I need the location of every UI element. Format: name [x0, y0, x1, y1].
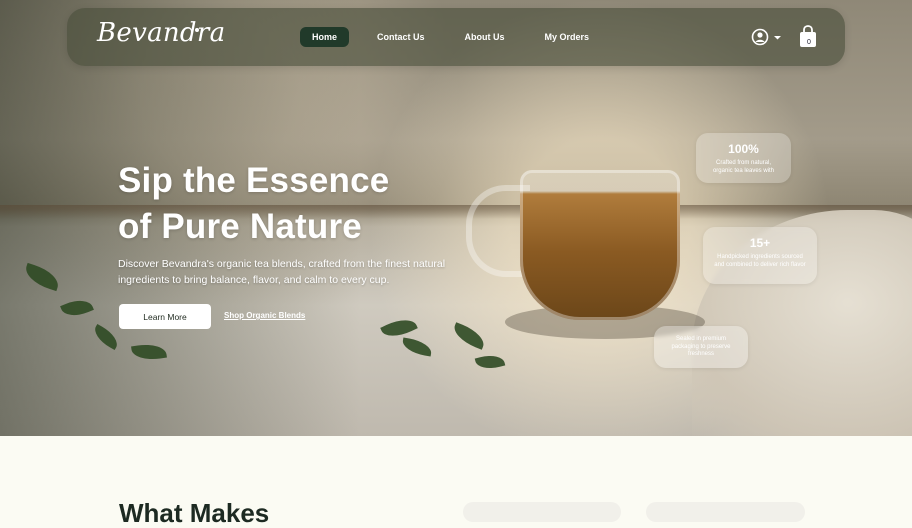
- nav-item-about-us[interactable]: About Us: [453, 27, 517, 47]
- nav-links: Home Contact Us About Us My Orders: [300, 27, 617, 47]
- nav-item-my-orders[interactable]: My Orders: [533, 27, 602, 47]
- stat-text: Sealed in premium packaging to preserve …: [671, 336, 731, 357]
- tea-cup-image: [520, 170, 680, 320]
- top-navigation: Bevandra Home Contact Us About Us My Ord…: [67, 8, 845, 66]
- section-title: What Makes: [119, 498, 270, 528]
- stat-card-packaging: Sealed in premium packaging to preserve …: [654, 326, 748, 368]
- leaf-decoration: [380, 313, 418, 343]
- feature-card: [463, 502, 621, 522]
- stat-text: Handpicked ingredients sourced and combi…: [714, 254, 806, 268]
- hero-title-line1: Sip the Essence: [118, 161, 390, 200]
- hero-title: Sip the Essence of Pure Nature: [118, 158, 478, 250]
- cart-button[interactable]: 0: [798, 25, 818, 49]
- cart-count: 0: [807, 38, 811, 46]
- leaf-decoration: [450, 322, 488, 350]
- stat-card-ingredients: 15+ Handpicked ingredients sourced and c…: [703, 227, 817, 284]
- stat-value: 15+: [749, 236, 771, 250]
- user-menu[interactable]: [751, 28, 785, 46]
- hero-title-line2: of Pure Nature: [118, 207, 362, 246]
- stat-card-natural: 100% Crafted from natural, organic tea l…: [696, 133, 791, 183]
- learn-more-button[interactable]: Learn More: [119, 304, 211, 329]
- brand-logo[interactable]: Bevandra: [97, 18, 225, 48]
- feature-card: [646, 502, 805, 522]
- shop-organic-blends-link[interactable]: Shop Organic Blends: [224, 311, 305, 320]
- leaf-decoration: [474, 351, 506, 373]
- stat-value: 100%: [728, 142, 759, 156]
- nav-item-contact-us[interactable]: Contact Us: [365, 27, 437, 47]
- hero-description: Discover Bevandra's organic tea blends, …: [118, 258, 446, 286]
- nav-item-home[interactable]: Home: [300, 27, 350, 47]
- stat-text: Crafted from natural, organic tea leaves…: [712, 160, 775, 174]
- leaf-decoration: [401, 337, 433, 357]
- logo-dot: [195, 28, 199, 32]
- user-icon: [751, 28, 781, 46]
- chevron-down-icon: [774, 36, 781, 40]
